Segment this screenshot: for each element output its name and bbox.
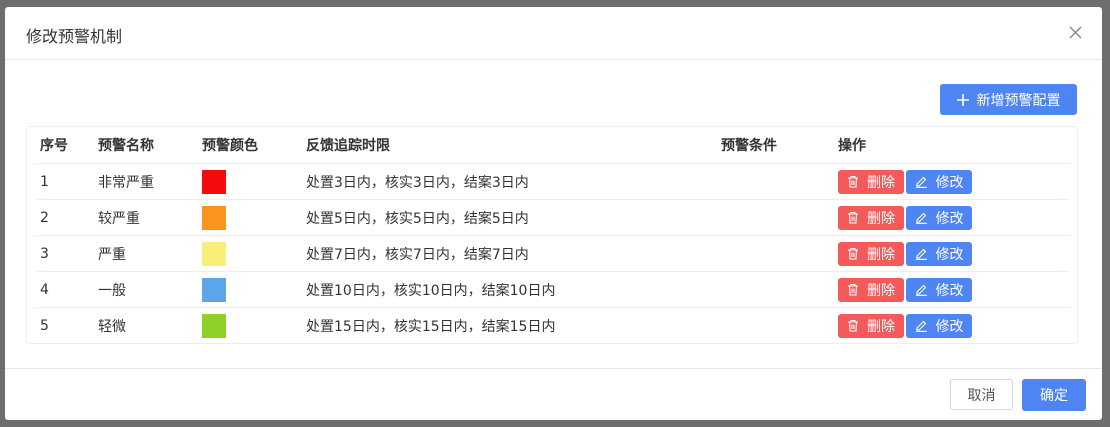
edit-button[interactable]: 修改 [906,169,972,194]
cell-color [197,199,301,236]
table-row: 3 严重 处置7日内，核实7日内，结案7日内 删除 修改 [35,235,1070,272]
trash-icon [848,319,858,332]
edit-icon [915,320,927,332]
plus-icon [956,93,969,106]
cell-actions: 删除 修改 [833,163,1070,200]
dialog-title: 修改预警机制 [26,27,123,46]
delete-label: 删除 [867,174,895,191]
delete-label: 删除 [867,246,895,263]
header-color: 预警颜色 [197,127,301,164]
edit-label: 修改 [935,174,964,191]
cell-condition [716,308,833,344]
cell-actions: 删除 修改 [833,271,1070,308]
cell-no: 5 [40,317,49,334]
edit-button[interactable]: 修改 [906,205,972,230]
cancel-button[interactable]: 取消 [950,379,1013,410]
cell-condition [716,199,833,236]
edit-label: 修改 [935,318,964,335]
color-swatch [202,277,226,302]
delete-button[interactable]: 删除 [838,205,904,230]
trash-icon [848,175,858,188]
table-header-row: 序号 预警名称 预警颜色 反馈追踪时限 预警条件 操作 [35,127,1070,164]
cell-no: 3 [35,235,93,272]
cell-limit: 处置7日内，核实7日内，结案7日内 [301,235,716,272]
cell-color [197,271,301,308]
header-name: 预警名称 [93,127,197,164]
table-row: 4 一般 处置10日内，核实10日内，结案10日内 删除 修改 [35,271,1070,308]
cell-limit: 处置10日内，核实10日内，结案10日内 [301,271,716,308]
cell-actions: 删除 修改 [833,308,1070,344]
dialog-body: 新增预警配置 序号 预警名称 预警颜色 反馈追踪时限 预警条件 操作 1 非常严… [5,60,1102,368]
edit-icon [915,176,927,188]
edit-button[interactable]: 修改 [906,277,972,302]
trash-icon [848,211,858,224]
color-swatch [202,205,226,230]
cell-color [197,163,301,200]
header-condition: 预警条件 [716,127,833,164]
cell-name: 较严重 [93,199,197,236]
table-row: 2 较严重 处置5日内，核实5日内，结案5日内 删除 修改 [35,199,1070,236]
edit-button[interactable]: 修改 [906,241,972,266]
trash-icon [848,283,858,296]
cell-name: 非常严重 [93,163,197,200]
delete-label: 删除 [867,318,895,335]
cell-actions: 删除 修改 [833,199,1070,236]
cell-name: 轻微 [98,318,126,335]
edit-label: 修改 [935,246,964,263]
cell-actions: 删除 修改 [833,235,1070,272]
cell-limit: 处置5日内，核实5日内，结案5日内 [301,199,716,236]
header-actions: 操作 [833,127,1070,164]
add-button-label: 新增预警配置 [976,92,1061,109]
edit-label: 修改 [935,282,964,299]
edit-warning-dialog: 修改预警机制 新增预警配置 序号 预警名称 预警颜色 反馈追踪时限 预警条件 操… [5,7,1102,420]
cell-name: 严重 [93,235,197,272]
add-warning-config-button[interactable]: 新增预警配置 [940,84,1077,115]
table-row: 1 非常严重 处置3日内，核实3日内，结案3日内 删除 修改 [35,163,1070,200]
cell-limit: 处置15日内，核实15日内，结案15日内 [306,318,556,335]
cell-no: 2 [35,199,93,236]
cell-condition [716,271,833,308]
edit-icon [915,248,927,260]
cell-no: 4 [35,271,93,308]
color-swatch [202,169,226,194]
edit-icon [915,212,927,224]
cell-condition [716,163,833,200]
table-row: 5 轻微 处置15日内，核实15日内，结案15日内 删除 修改 [35,308,1070,344]
cell-color [197,235,301,272]
edit-icon [915,284,927,296]
table-body: 1 非常严重 处置3日内，核实3日内，结案3日内 删除 修改 2 较严重 处置5日内，核实5日… [35,163,1070,344]
dialog-header: 修改预警机制 [5,7,1102,60]
delete-button[interactable]: 删除 [838,313,904,338]
delete-button[interactable]: 删除 [838,277,904,302]
header-no: 序号 [35,127,93,164]
warning-table: 序号 预警名称 预警颜色 反馈追踪时限 预警条件 操作 1 非常严重 处置3日内，核… [35,127,1070,343]
cell-limit: 处置3日内，核实3日内，结案3日内 [301,163,716,200]
cell-no: 1 [35,163,93,200]
edit-button[interactable]: 修改 [906,313,972,338]
color-swatch [202,313,226,338]
cell-name: 一般 [93,271,197,308]
edit-label: 修改 [935,210,964,227]
cell-color [197,308,301,344]
cell-condition [716,235,833,272]
delete-button[interactable]: 删除 [838,169,904,194]
dialog-footer: 取消 确定 [5,368,1102,421]
color-swatch [202,241,226,266]
warning-table-container: 序号 预警名称 预警颜色 反馈追踪时限 预警条件 操作 1 非常严重 处置3日内，核… [26,126,1078,344]
delete-label: 删除 [867,282,895,299]
delete-button[interactable]: 删除 [838,241,904,266]
confirm-button[interactable]: 确定 [1022,379,1086,411]
close-icon [1069,26,1082,39]
trash-icon [848,247,858,260]
header-limit: 反馈追踪时限 [301,127,716,164]
close-button[interactable] [1066,23,1086,43]
delete-label: 删除 [867,210,895,227]
